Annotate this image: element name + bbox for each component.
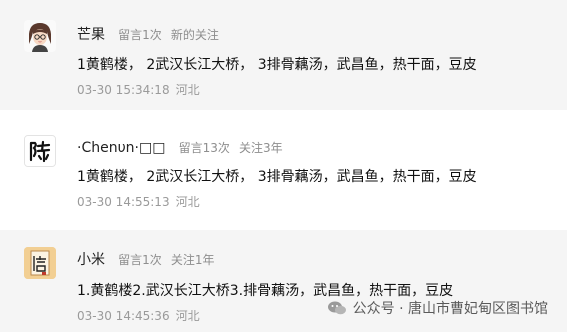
nickname[interactable]: 小米 [77,252,105,268]
calligraphy-chen-avatar-icon [25,136,55,166]
comment-location: 河北 [175,195,200,209]
message-count: 留言1次 [118,253,162,267]
follow-status: 关注3年 [238,141,283,155]
wu-character-avatar-icon [24,247,56,279]
comment-time: 03-30 14:45:36 [77,309,170,323]
cartoon-girl-avatar-icon [24,20,56,52]
avatar[interactable] [24,135,56,167]
nickname[interactable]: ·Chenυn·□□ [77,140,165,156]
watermark: 公众号 · 唐山市曹妃甸区图书馆 [327,298,548,318]
comment-location: 河北 [175,309,200,323]
avatar[interactable] [24,247,56,279]
follow-status: 关注1年 [170,253,215,267]
comment-item: ·Chenυn·□□ 留言13次 关注3年 1黄鹤楼， 2武汉长江大桥， 3排骨… [0,118,567,223]
wechat-official-account-icon [327,301,346,315]
message-count: 留言13次 [178,141,230,155]
message-count: 留言1次 [118,28,162,42]
comment-item: 芒果 留言1次 新的关注 1黄鹤楼， 2武汉长江大桥， 3排骨藕汤，武昌鱼，热干… [0,0,567,110]
comment-text: 1.黄鹤楼2.武汉长江大桥3.排骨藕汤，武昌鱼，热干面，豆皮 [77,283,454,299]
comment-text: 1黄鹤楼， 2武汉长江大桥， 3排骨藕汤，武昌鱼，热干面，豆皮 [77,169,477,185]
comment-text: 1黄鹤楼， 2武汉长江大桥， 3排骨藕汤，武昌鱼，热干面，豆皮 [77,57,477,73]
comment-time: 03-30 14:55:13 [77,195,170,209]
avatar[interactable] [24,20,56,52]
comment-footer: 03-30 14:55:13 河北 [77,193,200,210]
follow-status: 新的关注 [170,28,219,42]
comment-footer: 03-30 14:45:36 河北 [77,307,200,324]
watermark-text: 公众号 · 唐山市曹妃甸区图书馆 [352,301,548,317]
nickname[interactable]: 芒果 [77,27,105,43]
comment-footer: 03-30 15:34:18 河北 [77,81,200,98]
comment-location: 河北 [175,83,200,97]
comment-time: 03-30 15:34:18 [77,83,170,97]
